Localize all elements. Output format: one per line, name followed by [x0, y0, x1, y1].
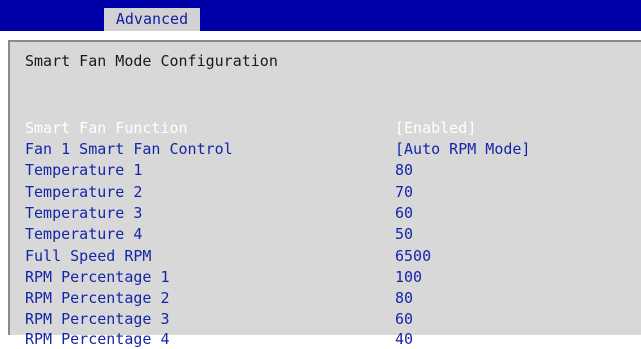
setting-row-temperature-4[interactable]: Temperature 4 50 [0, 224, 641, 244]
setting-value[interactable]: 40 [395, 329, 413, 349]
setting-label: Temperature 3 [25, 204, 143, 222]
setting-label: Temperature 4 [25, 225, 143, 243]
setting-label: RPM Percentage 2 [25, 289, 170, 307]
setting-value[interactable]: [Auto RPM Mode] [395, 139, 530, 159]
setting-row-temperature-1[interactable]: Temperature 1 80 [0, 160, 641, 180]
bios-menu-bar: Advanced [0, 0, 641, 31]
setting-value[interactable]: 6500 [395, 246, 431, 266]
setting-row-full-speed-rpm[interactable]: Full Speed RPM 6500 [0, 246, 641, 266]
setting-row-temperature-2[interactable]: Temperature 2 70 [0, 182, 641, 202]
setting-value[interactable]: 70 [395, 182, 413, 202]
setting-label: RPM Percentage 1 [25, 268, 170, 286]
setting-row-smart-fan-function[interactable]: Smart Fan Function [Enabled] [0, 118, 641, 138]
setting-row-rpm-percentage-1[interactable]: RPM Percentage 1 100 [0, 267, 641, 287]
setting-row-fan1-smart-fan-control[interactable]: Fan 1 Smart Fan Control [Auto RPM Mode] [0, 139, 641, 159]
setting-value[interactable]: 80 [395, 288, 413, 308]
setting-label: Full Speed RPM [25, 247, 152, 265]
setting-row-rpm-percentage-4[interactable]: RPM Percentage 4 40 [0, 315, 641, 348]
setting-value[interactable]: 80 [395, 160, 413, 180]
setting-value[interactable]: 60 [395, 203, 413, 223]
setting-value[interactable]: 100 [395, 267, 422, 287]
section-title: Smart Fan Mode Configuration [25, 52, 278, 70]
setting-label: Smart Fan Function [25, 119, 188, 137]
setting-label: Temperature 1 [25, 161, 143, 179]
setting-row-rpm-percentage-2[interactable]: RPM Percentage 2 80 [0, 288, 641, 308]
setting-value[interactable]: 50 [395, 224, 413, 244]
setting-value[interactable]: [Enabled] [395, 118, 476, 138]
setting-label: RPM Percentage 4 [25, 330, 170, 348]
setting-label: Temperature 2 [25, 183, 143, 201]
setting-label: Fan 1 Smart Fan Control [25, 140, 233, 158]
tab-advanced[interactable]: Advanced [104, 8, 200, 31]
setting-row-temperature-3[interactable]: Temperature 3 60 [0, 203, 641, 223]
